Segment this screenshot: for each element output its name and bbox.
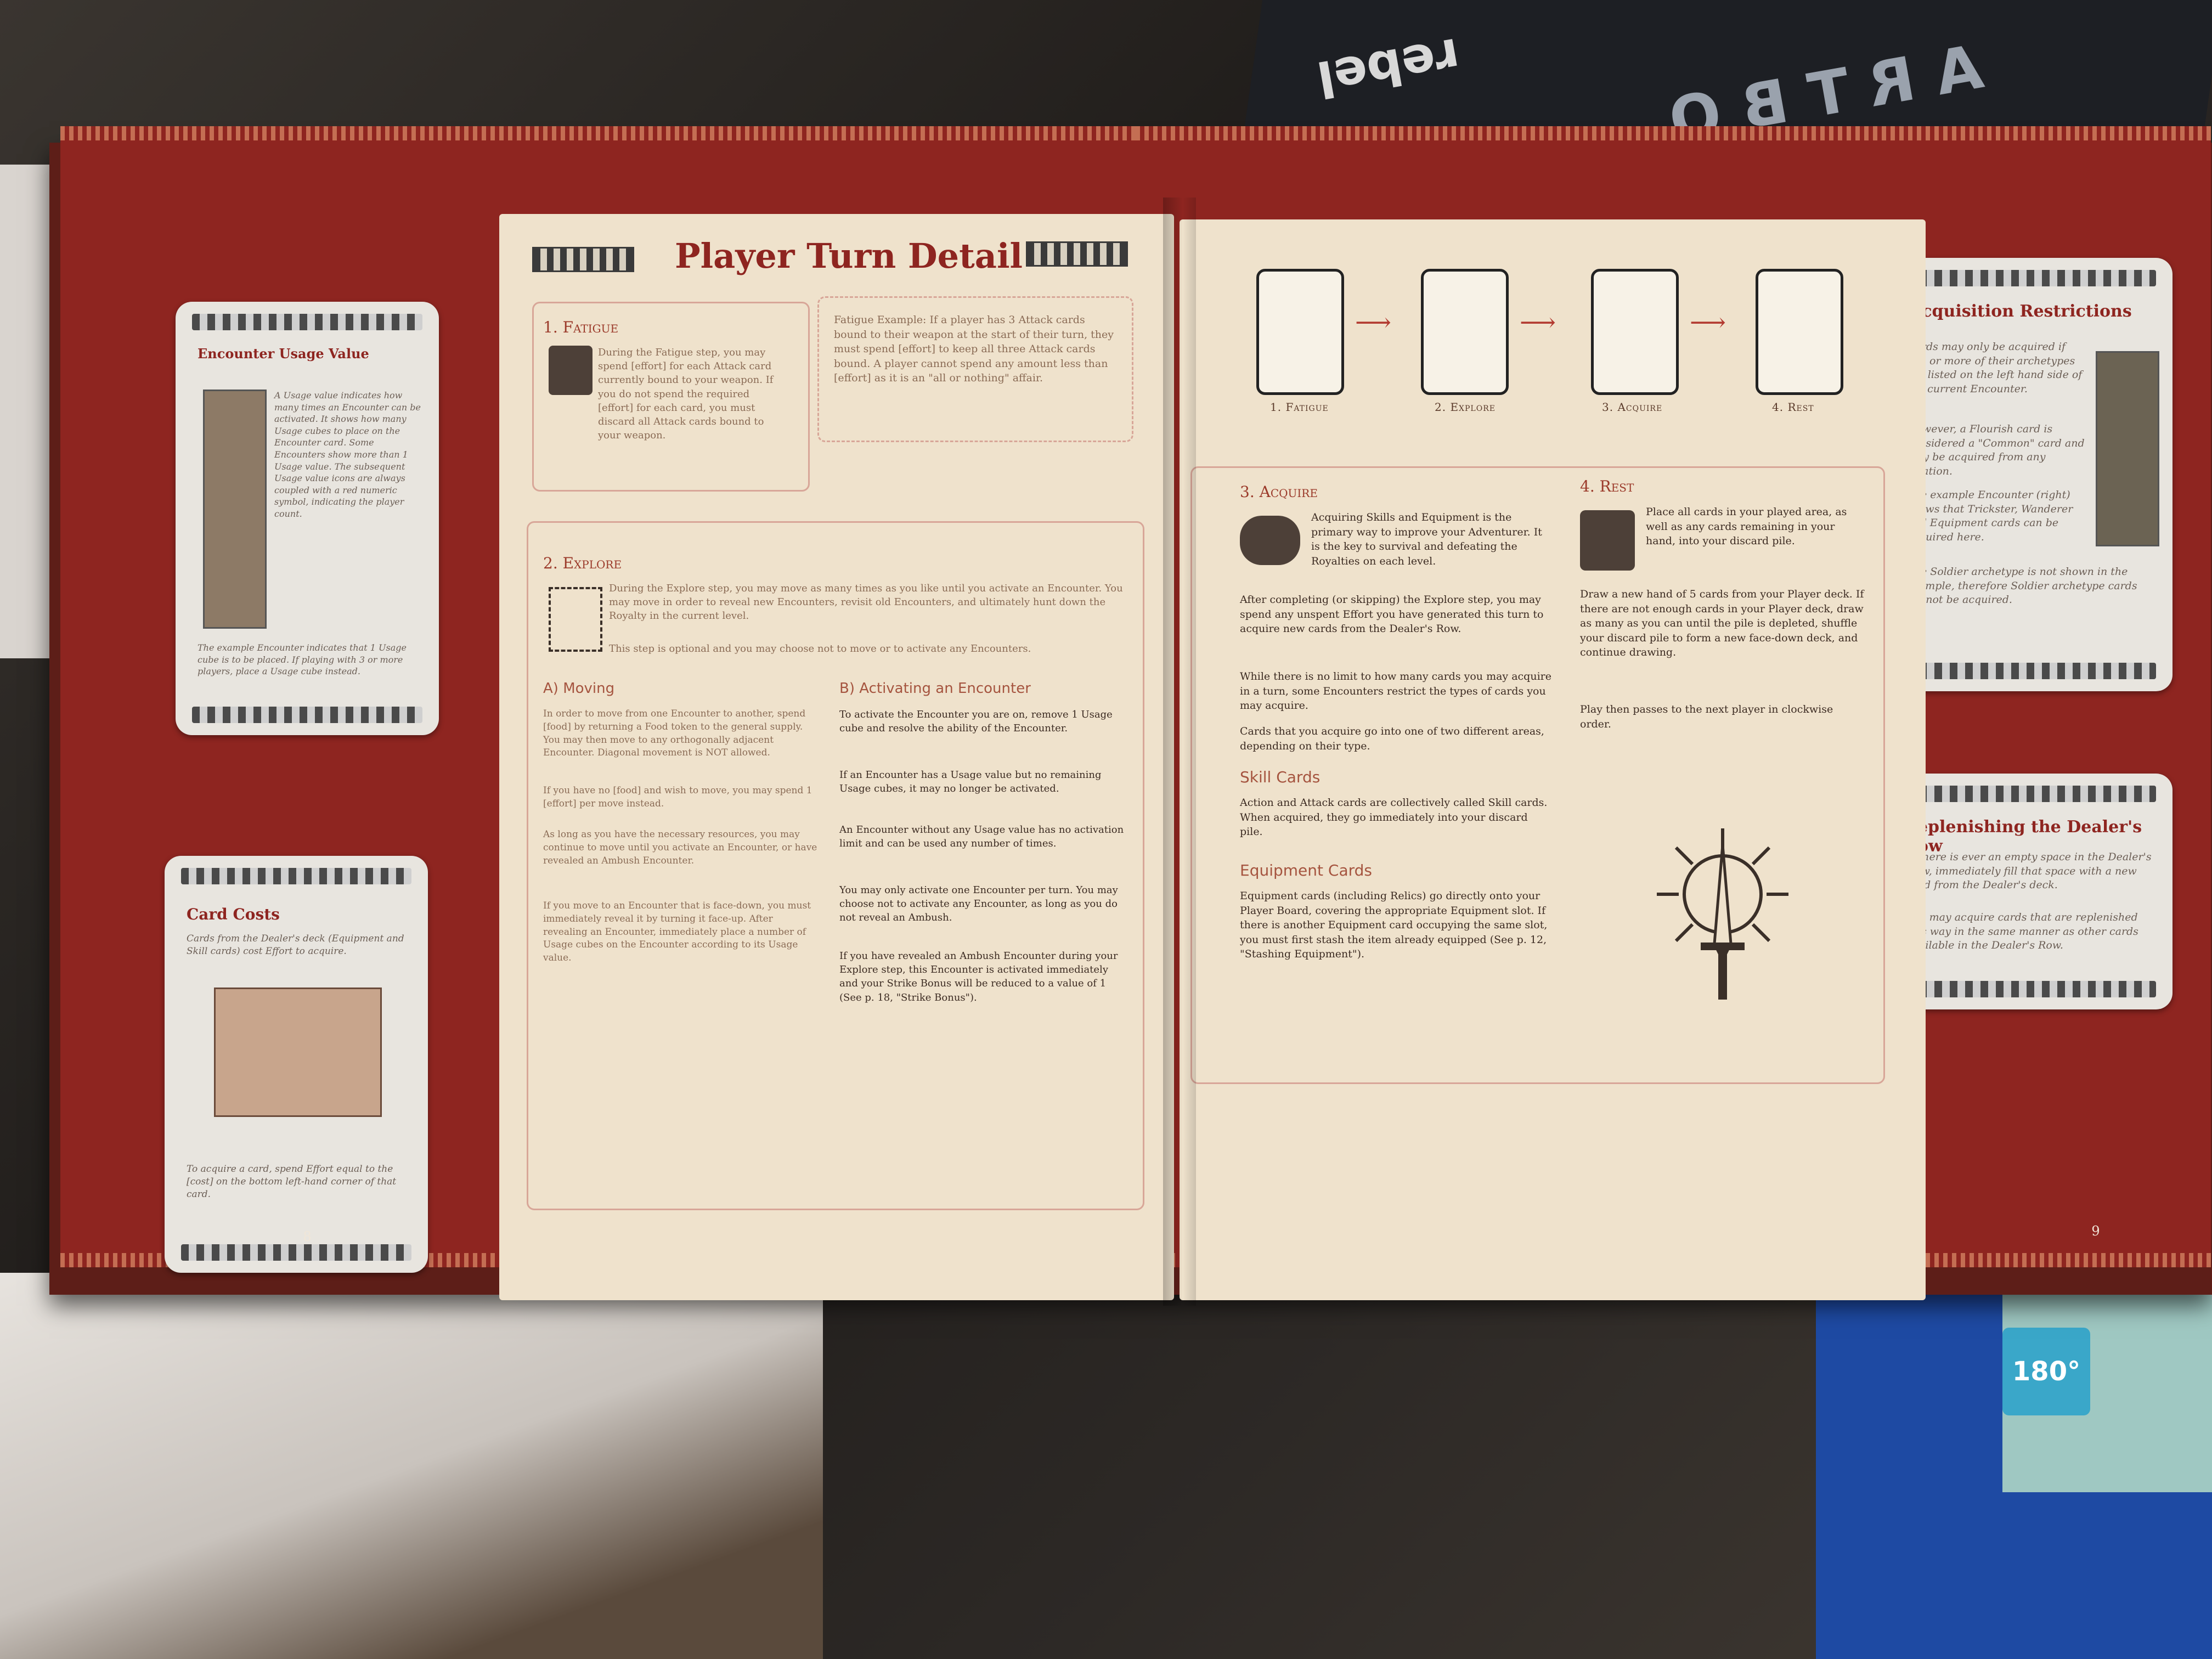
card-banner <box>192 314 422 330</box>
card-footer: The example Encounter indicates that 1 U… <box>198 642 407 677</box>
activating-heading: B) Activating an Encounter <box>839 680 1031 697</box>
page-title: Player Turn Detail <box>675 236 1023 276</box>
rest-heading: 4. Rest <box>1580 477 1634 495</box>
top-trim <box>1136 126 2211 140</box>
activating-paragraph: If you have revealed an Ambush Encounter… <box>839 950 1118 1003</box>
activating-paragraph: An Encounter without any Usage value has… <box>839 824 1124 850</box>
step-arrow: ⟶ <box>1520 307 1556 337</box>
replenishing-card: Replenishing the Dealer's Row If there i… <box>1887 774 2172 1009</box>
acquire-intro: Acquiring Skills and Equipment is the pr… <box>1311 511 1542 567</box>
plastic-bag-bottom <box>0 1273 823 1659</box>
encounter-example-image <box>2096 351 2159 546</box>
sun-sword-illustration <box>1657 828 1788 1000</box>
acquire-paragraph: After completing (or skipping) the Explo… <box>1240 594 1544 635</box>
step-label: 1. Fatigue <box>1270 400 1329 414</box>
activating-paragraph: You may only activate one Encounter per … <box>839 884 1118 924</box>
card-banner <box>192 707 422 723</box>
fatigue-heading: 1. Fatigue <box>543 318 619 336</box>
rest-step-card <box>1756 269 1843 395</box>
book-spine <box>1163 198 1196 1306</box>
step-arrow: ⟶ <box>1355 307 1391 337</box>
step-label: 4. Rest <box>1772 400 1814 414</box>
fatigue-text: During the Fatigue step, you may spend [… <box>598 347 774 442</box>
equipment-cards-text: Equipment cards (including Relics) go di… <box>1240 890 1548 961</box>
card-title: Card Costs <box>187 905 280 923</box>
card-title: Encounter Usage Value <box>198 346 369 362</box>
badge-180: 180° <box>2002 1328 2090 1415</box>
card-paragraph: If there is ever an empty space in the D… <box>1907 851 2152 891</box>
moving-paragraph: If you move to an Encounter that is face… <box>543 900 811 964</box>
card-title: Acquisition Restrictions <box>1909 302 2132 321</box>
card-text: Cards from the Dealer's deck (Equipment … <box>187 933 404 957</box>
fatigue-step-card <box>1256 269 1344 395</box>
equipment-icon <box>1240 516 1300 565</box>
right-parchment: ⟶ ⟶ ⟶ 1. Fatigue 2. Explore 3. Acquire 4… <box>1180 219 1926 1300</box>
card-banner <box>1904 270 2156 286</box>
moving-paragraph: In order to move from one Encounter to a… <box>543 708 806 759</box>
card-banner <box>181 868 411 884</box>
card-costs-card: Card Costs Cards from the Dealer's deck … <box>165 856 428 1273</box>
skill-cards-heading: Skill Cards <box>1240 768 1321 786</box>
activating-paragraph: If an Encounter has a Usage value but no… <box>839 769 1102 795</box>
explore-heading: 2. Explore <box>543 554 622 572</box>
left-parchment: Player Turn Detail 1. Fatigue During the… <box>499 214 1174 1300</box>
rest-paragraph: Draw a new hand of 5 cards from your Pla… <box>1580 588 1864 659</box>
title-banner-right <box>1026 241 1128 267</box>
rulebook: Encounter Usage Value A Usage value indi… <box>49 99 2212 1306</box>
step-arrow: ⟶ <box>1690 307 1726 337</box>
rest-icon <box>1580 510 1635 571</box>
explore-step-card <box>1421 269 1509 395</box>
acquire-paragraph: While there is no limit to how many card… <box>1240 670 1551 712</box>
moving-heading: A) Moving <box>543 680 615 697</box>
moving-paragraph: If you have no [food] and wish to move, … <box>543 785 812 809</box>
acquire-paragraph: Cards that you acquire go into one of tw… <box>1240 725 1544 752</box>
step-label: 2. Explore <box>1435 400 1496 414</box>
acquire-step-card <box>1591 269 1679 395</box>
explore-optional: This step is optional and you may choose… <box>609 643 1031 654</box>
equipment-cards-heading: Equipment Cards <box>1240 861 1372 879</box>
page-number: 8 <box>303 1229 312 1244</box>
skill-cards-text: Action and Attack cards are collectively… <box>1240 797 1548 838</box>
card-banner <box>1904 786 2156 802</box>
rest-intro: Place all cards in your played area, as … <box>1646 506 1847 548</box>
card-paragraph: Cards may only be acquired if one or mor… <box>1907 341 2083 395</box>
card-cost-image <box>214 988 382 1117</box>
usage-value-card: Encounter Usage Value A Usage value indi… <box>176 302 439 735</box>
moving-paragraph: As long as you have the necessary resour… <box>543 829 817 866</box>
fatigue-example-text: Fatigue Example: If a player has 3 Attac… <box>834 314 1114 385</box>
card-banner <box>1904 981 2156 997</box>
page-number: 9 <box>2091 1223 2100 1239</box>
card-text: A Usage value indicates how many times a… <box>274 390 421 519</box>
movement-arrows-icon <box>549 587 602 652</box>
card-paragraph: However, a Flourish card is considered a… <box>1907 423 2085 477</box>
acquire-heading: 3. Acquire <box>1240 483 1318 501</box>
encounter-card-image <box>203 390 267 629</box>
activating-paragraph: To activate the Encounter you are on, re… <box>839 709 1113 735</box>
top-trim <box>60 126 1141 140</box>
title-banner-left <box>532 247 634 272</box>
card-paragraph: The Soldier archetype is not shown in th… <box>1907 566 2137 606</box>
step-label: 3. Acquire <box>1602 400 1663 414</box>
card-paragraph: You may acquire cards that are replenish… <box>1907 911 2138 952</box>
rest-paragraph: Play then passes to the next player in c… <box>1580 703 1833 730</box>
card-footer: To acquire a card, spend Effort equal to… <box>187 1164 397 1200</box>
card-banner <box>1904 663 2156 679</box>
card-paragraph: The example Encounter (right) shows that… <box>1907 489 2073 543</box>
acquisition-restrictions-card: Acquisition Restrictions Cards may only … <box>1887 258 2172 691</box>
explore-intro: During the Explore step, you may move as… <box>609 583 1123 622</box>
